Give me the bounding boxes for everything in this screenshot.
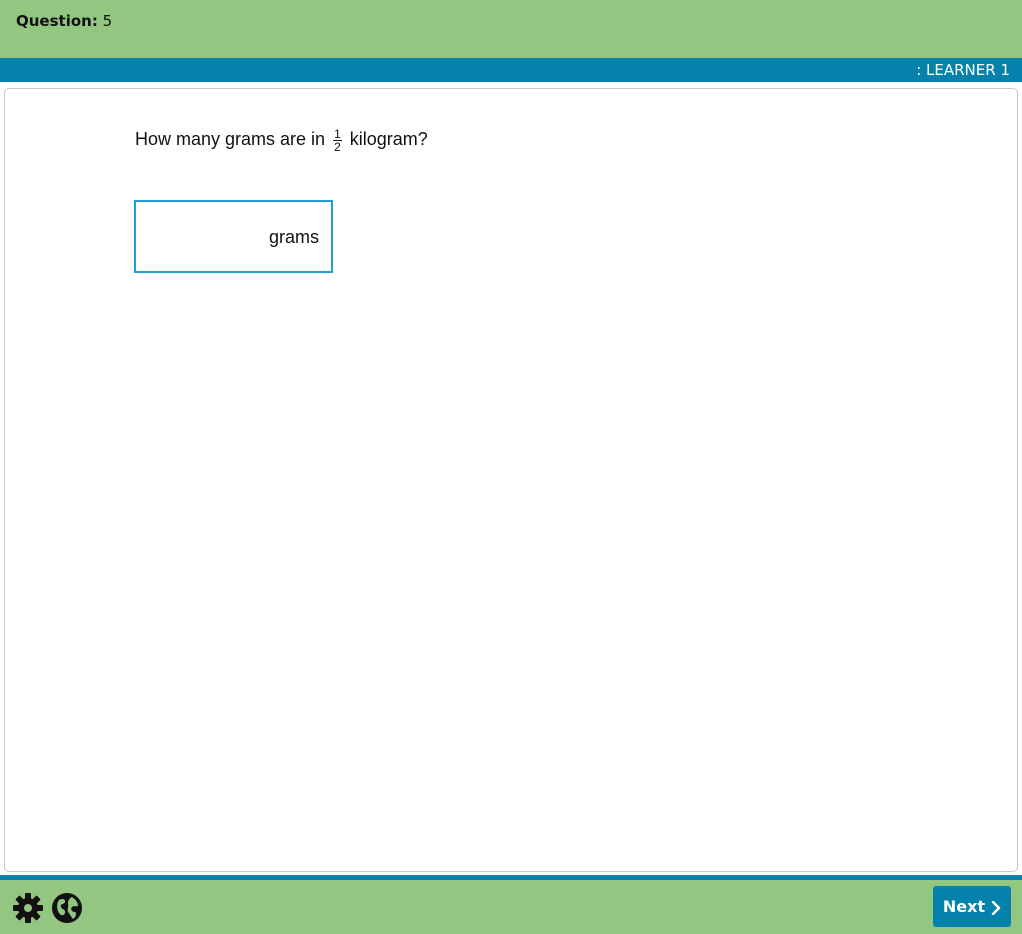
chevron-right-icon (991, 900, 1001, 915)
question-key: Question: (16, 12, 98, 30)
question-prompt: How many grams are in 1 2 kilogram? (135, 127, 428, 153)
question-indicator: Question: 5 (16, 12, 112, 30)
next-button[interactable]: Next (933, 886, 1011, 927)
fraction-denominator: 2 (334, 140, 341, 154)
question-panel: How many grams are in 1 2 kilogram? gram… (4, 88, 1018, 872)
answer-box[interactable]: grams (134, 200, 333, 273)
gear-icon[interactable] (11, 891, 45, 925)
footer-bar: Next (0, 880, 1022, 934)
header-bar: Question: 5 (0, 0, 1022, 58)
next-button-label: Next (942, 897, 986, 916)
prompt-text-after: kilogram? (349, 129, 428, 149)
learner-bar: : LEARNER 1 (0, 58, 1022, 82)
unit-label: grams (268, 227, 319, 247)
learner-name: : LEARNER 1 (916, 61, 1010, 79)
globe-icon[interactable] (50, 891, 84, 925)
prompt-text-before: How many grams are in (135, 129, 326, 149)
fraction: 1 2 (333, 128, 342, 153)
question-number: 5 (102, 12, 113, 30)
answer-input[interactable] (144, 224, 258, 250)
